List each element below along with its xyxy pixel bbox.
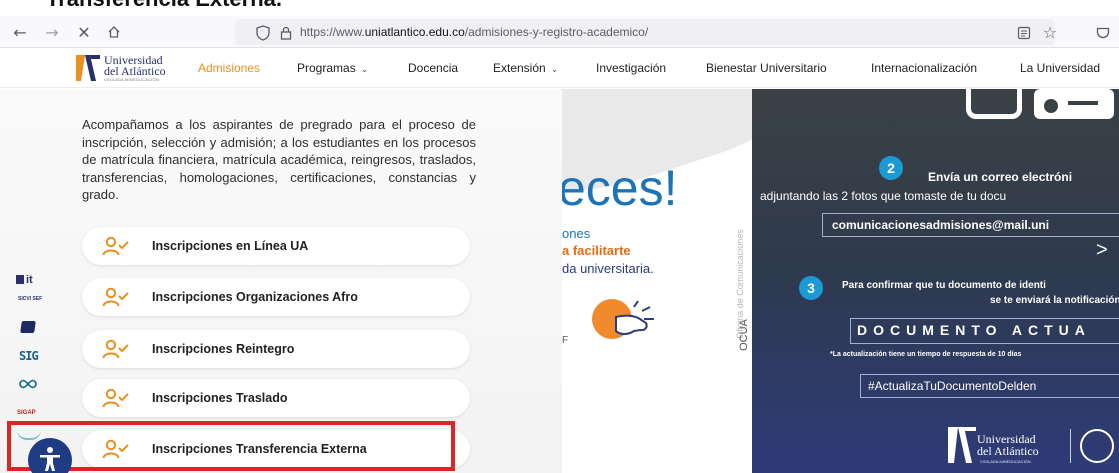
sigap-icon[interactable]: SIGAP [17, 410, 36, 416]
page-heading: Transferencia Externa. [46, 0, 282, 12]
response-note: *La actualización tiene un tiempo de res… [830, 351, 1022, 358]
logo-white-subtext: VIGILADA MINEDUCACIÓN [980, 459, 1031, 464]
reader-view-icon[interactable] [1014, 23, 1034, 43]
pill-label: Inscripciones en Línea UA [152, 239, 309, 253]
university-logo[interactable]: Universidad del Atlántico VIGILADA MINEDU… [74, 53, 194, 83]
nav-docencia[interactable]: Docencia [408, 61, 458, 75]
forward-icon[interactable]: → [42, 22, 62, 42]
admissions-description: Acompañamos a los aspirantes de pregrado… [82, 117, 476, 202]
nav-programas[interactable]: Programas ⌄ [297, 61, 368, 75]
nav-extension[interactable]: Extensión ⌄ [493, 61, 558, 75]
inscripciones-en-linea-button[interactable]: Inscripciones en Línea UA [82, 227, 470, 265]
user-check-icon [102, 236, 129, 256]
close-icon[interactable]: ✕ [74, 22, 94, 42]
chevron-down-icon: ⌄ [360, 64, 369, 74]
logo-white-text: Universidad del Atlántico [977, 432, 1039, 458]
accessibility-icon [40, 447, 60, 471]
pill-label: Inscripciones Traslado [152, 391, 288, 405]
banner-line: a facilitarte [562, 243, 631, 258]
banner-vertical-text: Oficina de Comunicaciones [735, 229, 745, 339]
book-icon[interactable] [20, 321, 36, 333]
pocket-icon[interactable] [1093, 23, 1113, 43]
pointing-hand-icon [592, 299, 654, 339]
screen: Transferencia Externa. ← → ✕ https://www… [0, 0, 1119, 473]
banner-line: da universitaria. [562, 261, 654, 276]
divider [1070, 429, 1071, 463]
doc-word: DOCUMENTO ACTUA [857, 322, 1091, 338]
browser-toolbar: ← → ✕ https://www.uniatlantico.edu.co/ad… [0, 16, 1119, 48]
home-icon[interactable] [104, 22, 124, 42]
step-2-badge: 2 [879, 156, 903, 180]
back-icon[interactable]: ← [10, 22, 30, 42]
step-3-badge: 3 [799, 276, 823, 300]
pill-label: Inscripciones Organizaciones Afro [152, 290, 358, 304]
banner-fragment: F [562, 335, 569, 346]
banner-big-word: eces! [562, 160, 678, 216]
inscripciones-reintegro-button[interactable]: Inscripciones Reintegro [82, 330, 470, 368]
phone-icon [966, 89, 1022, 119]
lock-icon[interactable] [276, 23, 296, 43]
ocua-mark: OCUA [737, 319, 750, 351]
step-3-text-2: se te enviará la notificación [990, 295, 1119, 306]
banner-line: ones [562, 226, 591, 241]
pill-label: Inscripciones Reintegro [152, 342, 295, 356]
highlight-annotation [7, 421, 455, 471]
seal-icon [1080, 429, 1114, 463]
chevron-down-icon: ⌄ [550, 64, 559, 74]
site-navbar: Universidad del Atlántico VIGILADA MINEDU… [0, 48, 1119, 88]
user-check-icon [102, 339, 129, 359]
infinity-icon[interactable] [19, 379, 37, 392]
shield-icon[interactable] [253, 23, 273, 43]
banner-right: 2 Envía un correo electróni adjuntando l… [752, 89, 1119, 473]
chevron-right-icon: > [1096, 239, 1108, 261]
admissions-panel: Acompañamos a los aspirantes de pregrado… [0, 89, 562, 473]
sicvi-icon[interactable]: SICVI SEF [18, 296, 42, 302]
nav-investigacion[interactable]: Investigación [596, 61, 666, 75]
id-card-icon [1034, 89, 1114, 119]
user-check-icon [102, 388, 129, 408]
bookmark-star-icon[interactable]: ☆ [1040, 22, 1060, 42]
it-icon[interactable]: it [16, 274, 33, 286]
step-2-title: Envía un correo electróni [928, 170, 1073, 184]
nav-internacionalizacion[interactable]: Internacionalización [871, 61, 977, 75]
banner-middle: eces! ones a facilitarte da universitari… [562, 89, 752, 473]
hashtag: #ActualizaTuDocumentoDelden [868, 379, 1037, 393]
step-2-text: adjuntando las 2 fotos que tomaste de tu… [760, 189, 1007, 203]
nav-bienestar[interactable]: Bienestar Universitario [706, 61, 827, 75]
nav-la-universidad[interactable]: La Universidad [1020, 61, 1100, 75]
inscripciones-traslado-button[interactable]: Inscripciones Traslado [82, 379, 470, 417]
user-check-icon [102, 287, 129, 307]
email-address: comunicacionesadmisiones@mail.uni [832, 218, 1050, 232]
nav-admisiones[interactable]: Admisiones [198, 61, 260, 75]
logo-mark-icon [76, 55, 100, 81]
logo-subtext: VIGILADA MINEDUCACIÓN [104, 77, 159, 82]
url-text[interactable]: https://www.uniatlantico.edu.co/admision… [300, 25, 648, 39]
inscripciones-afro-button[interactable]: Inscripciones Organizaciones Afro [82, 278, 470, 316]
sig-icon[interactable]: SIG [19, 349, 39, 363]
step-3-text: Para confirmar que tu documento de ident… [842, 280, 1046, 291]
logo-text: Universidad del Atlántico [104, 53, 166, 78]
